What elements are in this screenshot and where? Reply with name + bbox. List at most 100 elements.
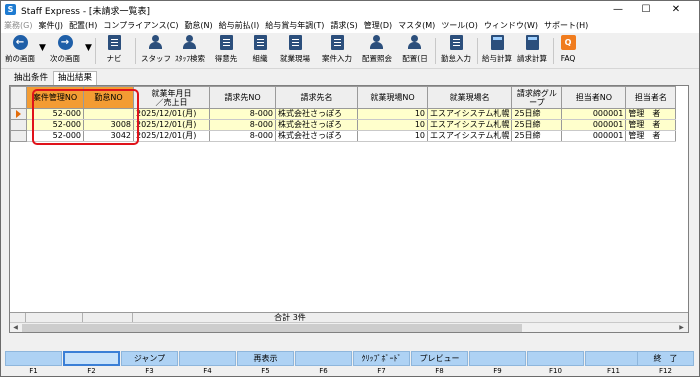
site-icon bbox=[288, 35, 302, 50]
table-cell[interactable]: 株式会社さっぽろ bbox=[275, 130, 358, 142]
table-cell[interactable]: 10 bbox=[357, 119, 428, 131]
table-row[interactable]: 52-000 3042 2025/12/01(月) 8-000 株式会社さっぽろ… bbox=[10, 130, 677, 142]
menu-business[interactable]: 業務(G) bbox=[1, 19, 35, 33]
table-cell[interactable]: 3042 bbox=[83, 130, 134, 142]
f12-key-label: F12 bbox=[659, 367, 672, 375]
table-cell[interactable]: 10 bbox=[357, 130, 428, 142]
column-header[interactable]: 担当者NO bbox=[561, 86, 627, 109]
table-cell[interactable]: エスアイシステム札幌 bbox=[427, 119, 513, 131]
tab-extract-results[interactable]: 抽出結果 bbox=[53, 71, 98, 85]
table-cell[interactable]: 25日締 bbox=[511, 108, 563, 120]
menu-window[interactable]: ウィンドウ(W) bbox=[481, 19, 541, 33]
f2-button[interactable] bbox=[63, 351, 120, 366]
f7-clipboard-button[interactable]: ｸﾘｯﾌﾟﾎﾞｰﾄﾞ bbox=[353, 351, 410, 366]
org-button[interactable]: 組織 bbox=[247, 35, 273, 67]
placement-day-button[interactable]: 配置(日 bbox=[399, 35, 431, 67]
table-cell[interactable]: 000001 bbox=[561, 108, 627, 120]
column-header[interactable]: 就業年月日 ／売上日 bbox=[133, 86, 210, 109]
table-cell[interactable]: 株式会社さっぽろ bbox=[275, 108, 358, 120]
f3-jump-button[interactable]: ジャンプ bbox=[121, 351, 178, 366]
menu-case[interactable]: 案件(J) bbox=[35, 19, 66, 33]
toolbar-separator bbox=[477, 38, 478, 64]
f10-button[interactable] bbox=[527, 351, 584, 366]
table-cell[interactable]: 管理 者 bbox=[625, 108, 677, 120]
column-header[interactable]: 請求締グル ープ bbox=[511, 86, 563, 109]
f4-button[interactable] bbox=[179, 351, 236, 366]
table-cell[interactable]: 8-000 bbox=[209, 130, 276, 142]
table-cell[interactable]: 管理 者 bbox=[625, 119, 677, 131]
forward-button[interactable]: → 次の画面 bbox=[47, 35, 83, 67]
horizontal-scrollbar[interactable]: ◀ ▶ bbox=[10, 322, 688, 332]
tab-extract-conditions[interactable]: 抽出条件 bbox=[9, 71, 53, 85]
table-cell[interactable]: エスアイシステム札幌 bbox=[427, 108, 513, 120]
f1-button[interactable] bbox=[5, 351, 62, 366]
menu-tools[interactable]: ツール(O) bbox=[438, 19, 481, 33]
case-entry-button[interactable]: 案件入力 bbox=[319, 35, 355, 67]
column-header[interactable]: 請求先名 bbox=[275, 86, 358, 109]
table-cell[interactable]: 2025/12/01(月) bbox=[133, 108, 210, 120]
staff-button[interactable]: スタッフ bbox=[141, 35, 171, 67]
f11-button[interactable] bbox=[585, 351, 642, 366]
attendance-entry-button[interactable]: 勤怠入力 bbox=[439, 35, 473, 67]
close-button[interactable]: ✕ bbox=[663, 1, 689, 19]
table-cell[interactable]: 000001 bbox=[561, 119, 627, 131]
menu-advance-pay[interactable]: 給与前払(I) bbox=[216, 19, 263, 33]
menu-billing[interactable]: 請求(S) bbox=[327, 19, 360, 33]
table-cell[interactable]: 株式会社さっぽろ bbox=[275, 119, 358, 131]
f6-button[interactable] bbox=[295, 351, 352, 366]
menu-attendance[interactable]: 勤怠(N) bbox=[181, 19, 215, 33]
table-cell[interactable]: 2025/12/01(月) bbox=[133, 119, 210, 131]
row-indicator-header bbox=[10, 86, 27, 109]
table-cell[interactable]: 管理 者 bbox=[625, 130, 677, 142]
column-header[interactable]: 請求先NO bbox=[209, 86, 276, 109]
menu-compliance[interactable]: コンプライアンス(C) bbox=[100, 19, 181, 33]
column-header[interactable]: 勤怠NO bbox=[83, 86, 134, 109]
column-header[interactable]: 担当者名 bbox=[625, 86, 677, 109]
faq-icon: Q bbox=[560, 35, 576, 50]
column-header[interactable]: 就業現場NO bbox=[357, 86, 428, 109]
f9-button[interactable] bbox=[469, 351, 526, 366]
back-button[interactable]: ← 前の画面 bbox=[3, 35, 37, 67]
table-cell[interactable]: 3008 bbox=[83, 119, 134, 131]
faq-button[interactable]: Q FAQ bbox=[557, 35, 579, 67]
results-grid: 案件管理NO 勤怠NO 就業年月日 ／売上日 請求先NO 請求先名 就業現場NO… bbox=[9, 85, 689, 333]
billing-calc-button[interactable]: 請求計算 bbox=[515, 35, 549, 67]
table-cell[interactable]: 25日締 bbox=[511, 130, 563, 142]
column-header[interactable]: 就業現場名 bbox=[426, 86, 513, 109]
table-cell[interactable]: 000001 bbox=[561, 130, 627, 142]
table-cell[interactable]: 8-000 bbox=[209, 119, 276, 131]
menu-master[interactable]: マスタ(M) bbox=[395, 19, 438, 33]
table-cell[interactable] bbox=[83, 108, 134, 120]
table-cell[interactable]: 52-000 bbox=[26, 119, 84, 131]
staff-search-button[interactable]: ｽﾀｯﾌ検索 bbox=[173, 35, 207, 67]
table-row[interactable]: 52-000 2025/12/01(月) 8-000 株式会社さっぽろ 10 エ… bbox=[10, 108, 677, 120]
table-row[interactable]: 52-000 3008 2025/12/01(月) 8-000 株式会社さっぽろ… bbox=[10, 119, 677, 131]
minimize-button[interactable]: — bbox=[605, 1, 631, 19]
menu-placement[interactable]: 配置(H) bbox=[66, 19, 100, 33]
client-button[interactable]: 得意先 bbox=[211, 35, 241, 67]
f12-exit-button[interactable]: 終 了 bbox=[637, 351, 694, 366]
table-cell[interactable]: 2025/12/01(月) bbox=[133, 130, 210, 142]
payroll-calc-button[interactable]: 給与計算 bbox=[481, 35, 513, 67]
maximize-button[interactable]: ☐ bbox=[633, 1, 659, 19]
table-cell[interactable]: エスアイシステム札幌 bbox=[427, 130, 513, 142]
scrollbar-thumb[interactable] bbox=[22, 324, 522, 332]
placement-search-button[interactable]: 配置照会 bbox=[359, 35, 395, 67]
table-cell[interactable]: 8-000 bbox=[209, 108, 276, 120]
column-header[interactable]: 案件管理NO bbox=[26, 86, 84, 109]
f6-key-label: F6 bbox=[319, 367, 328, 375]
menu-admin[interactable]: 管理(D) bbox=[361, 19, 395, 33]
site-button[interactable]: 就業現場 bbox=[277, 35, 313, 67]
table-cell[interactable]: 10 bbox=[357, 108, 428, 120]
menu-support[interactable]: サポート(H) bbox=[541, 19, 591, 33]
scroll-left-icon[interactable]: ◀ bbox=[10, 323, 21, 332]
navi-button[interactable]: ナビ bbox=[101, 35, 127, 67]
menu-payroll[interactable]: 給与賞与年調(T) bbox=[262, 19, 327, 33]
table-cell[interactable]: 52-000 bbox=[26, 108, 84, 120]
f8-preview-button[interactable]: プレビュー bbox=[411, 351, 468, 366]
table-cell[interactable]: 52-000 bbox=[26, 130, 84, 142]
scroll-right-icon[interactable]: ▶ bbox=[676, 323, 687, 332]
table-cell[interactable]: 25日締 bbox=[511, 119, 563, 131]
f5-refresh-button[interactable]: 再表示 bbox=[237, 351, 294, 366]
arrow-right-icon: → bbox=[57, 35, 73, 50]
